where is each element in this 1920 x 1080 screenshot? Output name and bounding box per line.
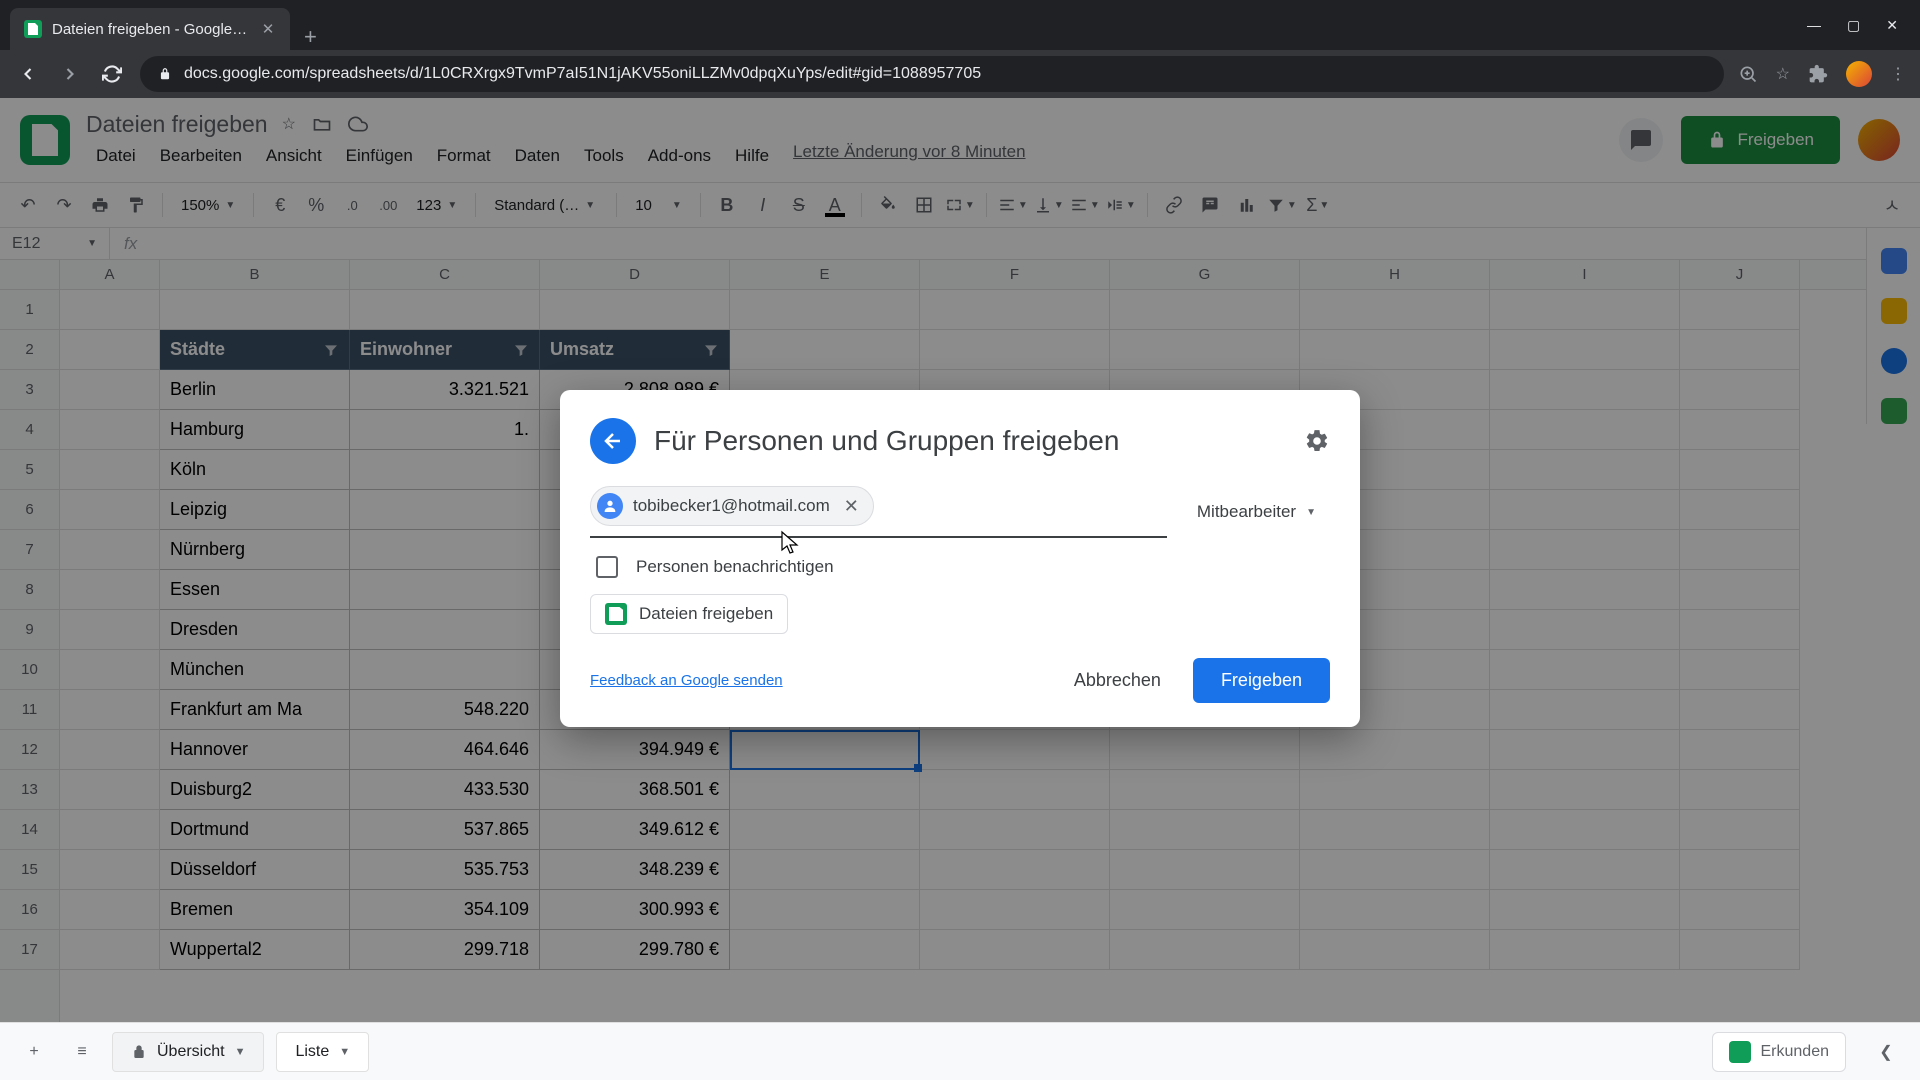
people-input[interactable]: tobibecker1@hotmail.com ✕	[590, 486, 1167, 538]
back-button[interactable]	[14, 60, 42, 88]
sheets-file-icon	[605, 603, 627, 625]
menu-icon[interactable]: ⋮	[1890, 64, 1906, 84]
protected-icon	[131, 1044, 147, 1060]
add-sheet-button[interactable]: +	[16, 1034, 52, 1070]
person-avatar-icon	[597, 493, 623, 519]
browser-tab-strip: Dateien freigeben - Google Tabe ✕ + ― ▢ …	[0, 0, 1920, 50]
tab-title: Dateien freigeben - Google Tabe	[52, 21, 250, 38]
explore-icon	[1729, 1041, 1751, 1063]
sheet-tab-bar: + ≡ Übersicht ▼ Liste ▼ Erkunden ❮	[0, 1022, 1920, 1080]
forward-button[interactable]	[56, 60, 84, 88]
chevron-down-icon: ▼	[1306, 507, 1316, 518]
url-text: docs.google.com/spreadsheets/d/1L0CRXrgx…	[184, 65, 981, 83]
explore-button[interactable]: Erkunden	[1712, 1032, 1847, 1072]
all-sheets-button[interactable]: ≡	[64, 1034, 100, 1070]
sheets-favicon	[24, 20, 42, 38]
side-panel-toggle[interactable]: ❮	[1868, 1034, 1904, 1070]
dialog-settings-button[interactable]	[1304, 428, 1330, 454]
chip-email: tobibecker1@hotmail.com	[633, 496, 830, 516]
window-controls: ― ▢ ✕	[1785, 17, 1920, 34]
chevron-down-icon[interactable]: ▼	[339, 1046, 350, 1058]
zoom-icon[interactable]	[1738, 64, 1758, 84]
role-select[interactable]: Mitbearbeiter ▼	[1183, 486, 1330, 538]
notify-label: Personen benachrichtigen	[636, 557, 834, 577]
share-dialog: Für Personen und Gruppen freigeben tobib…	[560, 390, 1360, 727]
attached-file-chip: Dateien freigeben	[590, 594, 788, 634]
close-window-icon[interactable]: ✕	[1886, 17, 1898, 34]
sheet-tab-uebersicht[interactable]: Übersicht ▼	[112, 1032, 264, 1072]
profile-avatar[interactable]	[1846, 61, 1872, 87]
reload-button[interactable]	[98, 60, 126, 88]
dialog-back-button[interactable]	[590, 418, 636, 464]
address-bar: docs.google.com/spreadsheets/d/1L0CRXrgx…	[0, 50, 1920, 98]
maximize-icon[interactable]: ▢	[1847, 17, 1860, 34]
close-tab-icon[interactable]: ✕	[260, 21, 276, 37]
email-chip: tobibecker1@hotmail.com ✕	[590, 486, 874, 526]
star-icon[interactable]: ☆	[1776, 64, 1790, 84]
browser-tab[interactable]: Dateien freigeben - Google Tabe ✕	[10, 8, 290, 50]
url-input[interactable]: docs.google.com/spreadsheets/d/1L0CRXrgx…	[140, 56, 1724, 92]
minimize-icon[interactable]: ―	[1807, 17, 1821, 34]
chevron-down-icon[interactable]: ▼	[235, 1046, 246, 1058]
extensions-icon[interactable]	[1808, 64, 1828, 84]
cancel-button[interactable]: Abbrechen	[1052, 658, 1183, 703]
submit-button[interactable]: Freigeben	[1193, 658, 1330, 703]
chip-remove-button[interactable]: ✕	[840, 496, 863, 517]
dialog-title: Für Personen und Gruppen freigeben	[654, 425, 1286, 457]
new-tab-button[interactable]: +	[290, 24, 331, 50]
feedback-link[interactable]: Feedback an Google senden	[590, 672, 783, 689]
notify-checkbox[interactable]	[596, 556, 618, 578]
sheet-tab-liste[interactable]: Liste ▼	[276, 1032, 369, 1072]
lock-icon	[158, 67, 172, 81]
